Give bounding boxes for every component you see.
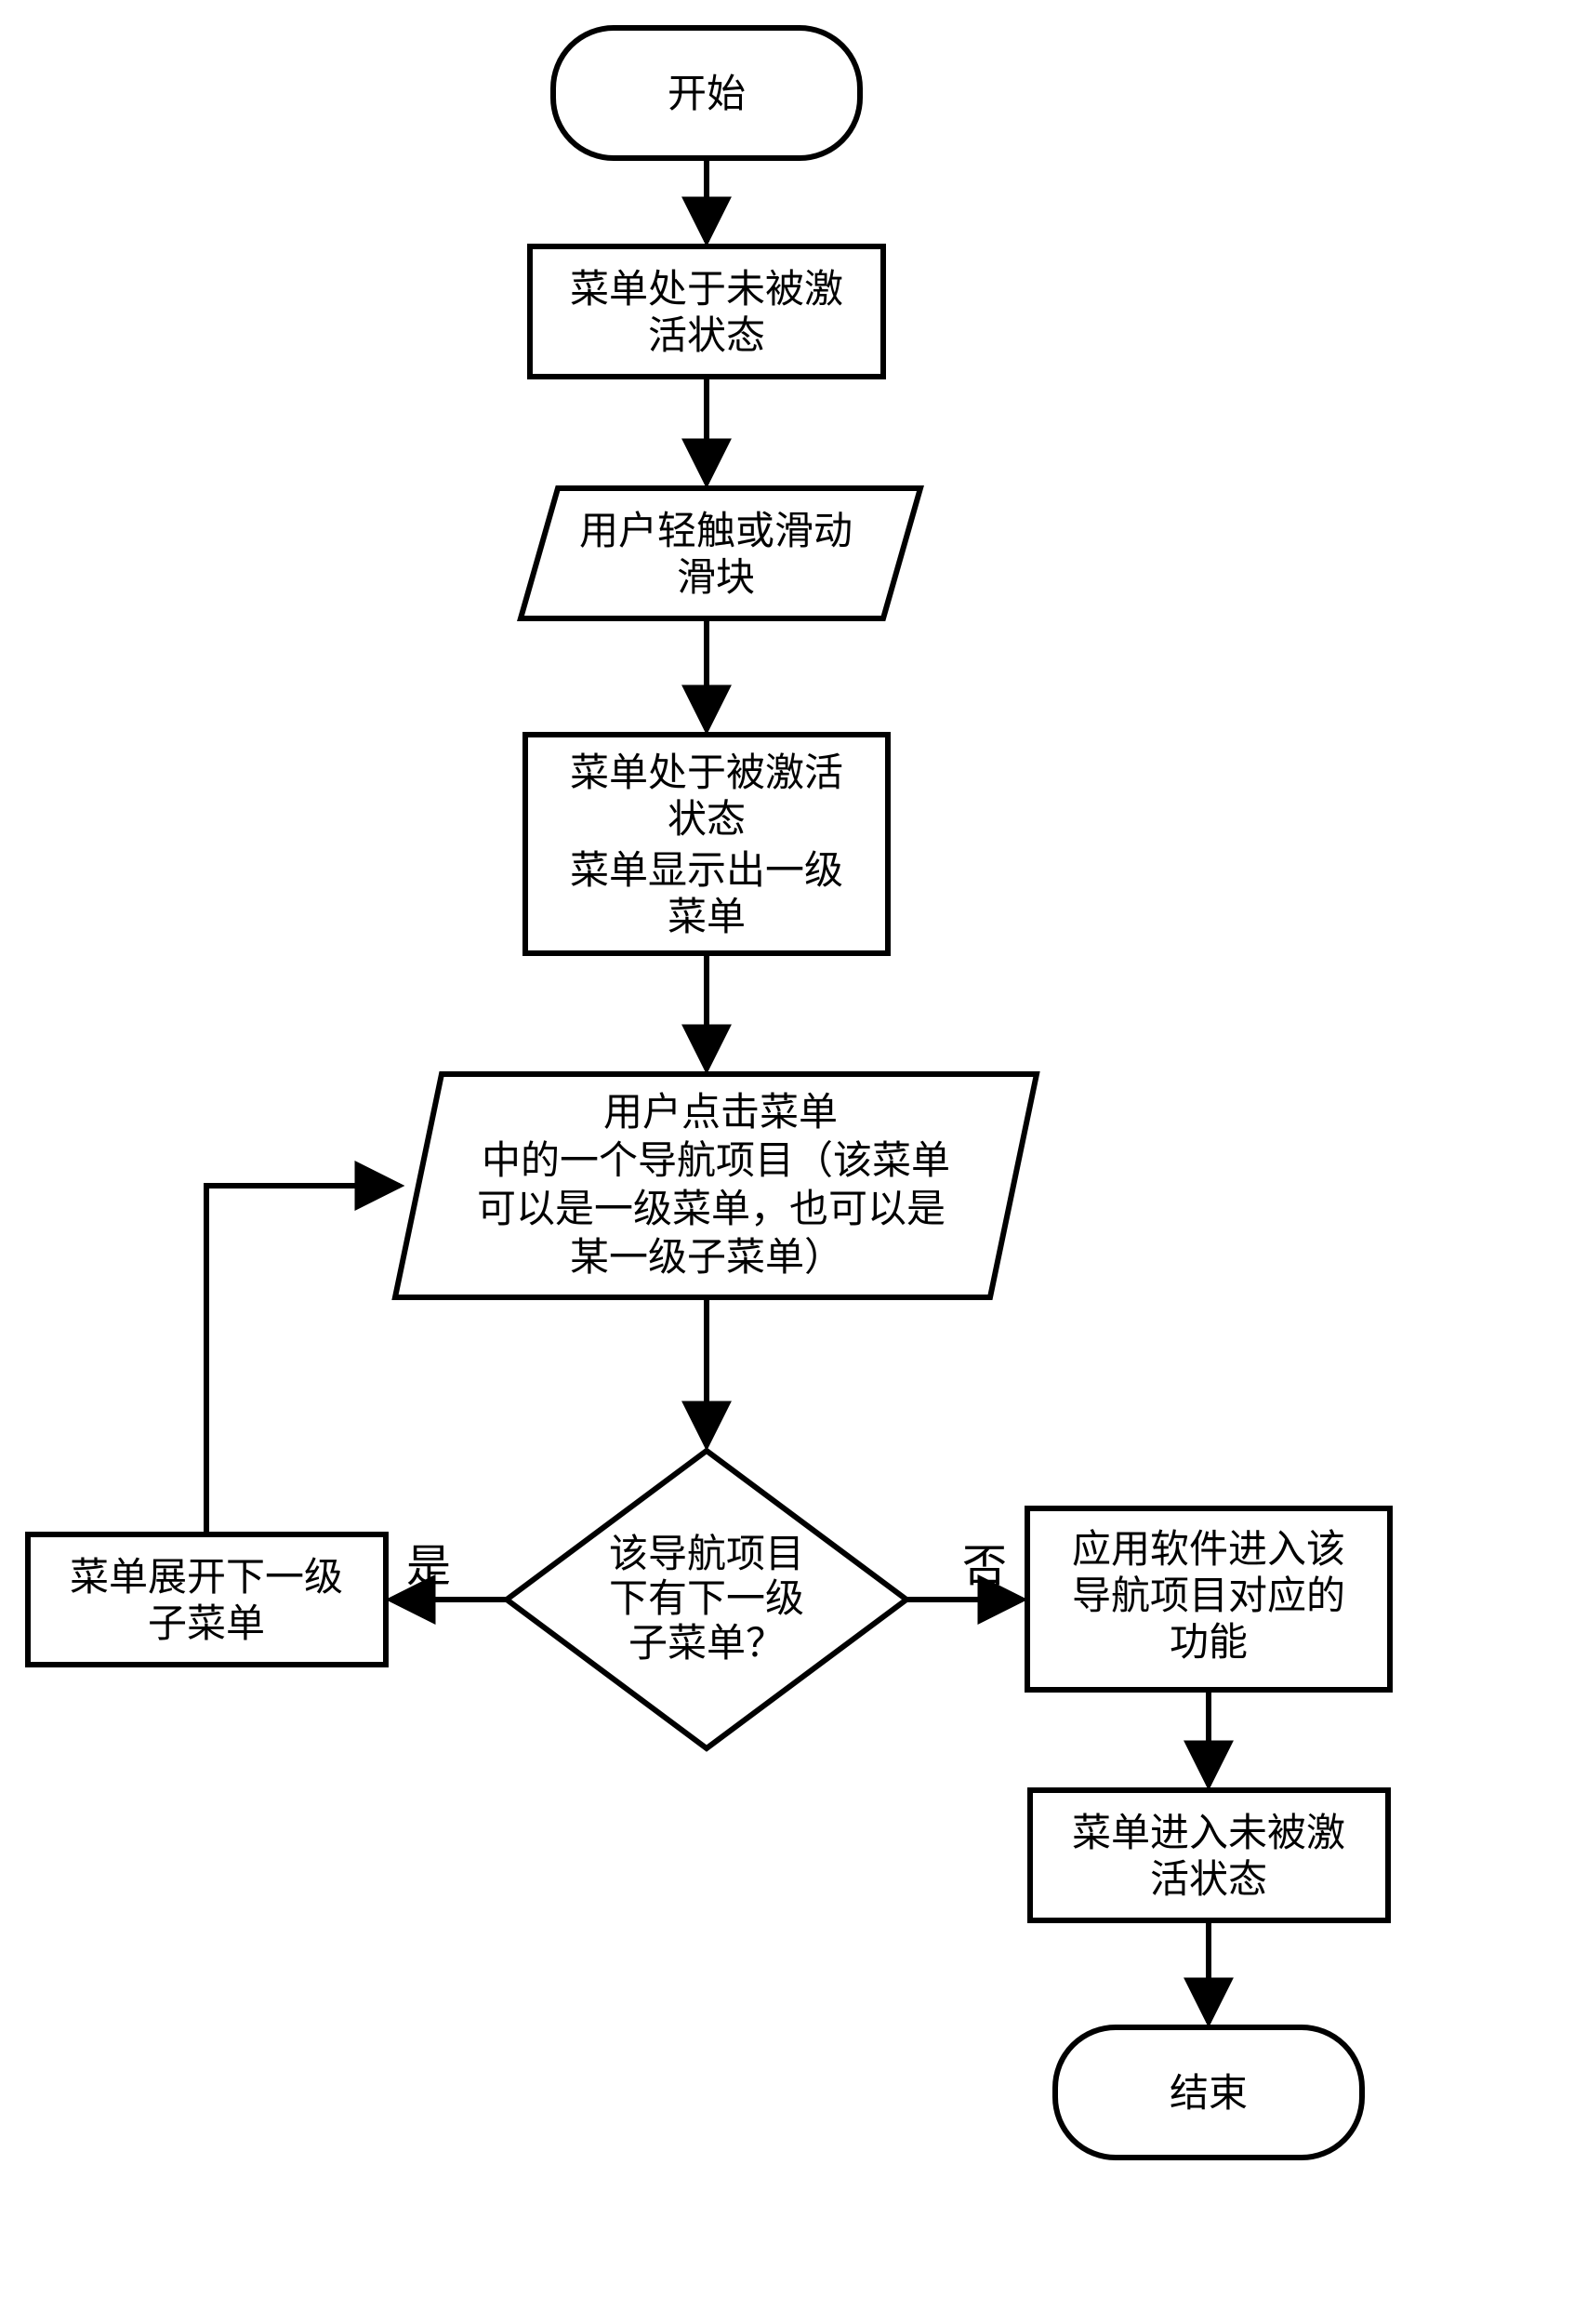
- text-d1l2: 下有下一级: [609, 1578, 804, 1621]
- text-n7l1: 菜单进入未被激: [1072, 1813, 1345, 1855]
- node-n6: 应用软件进入该 导航项目对应的 功能: [1027, 1508, 1390, 1690]
- text-n6l2: 导航项目对应的: [1072, 1574, 1345, 1618]
- label-yes: 是: [406, 1542, 451, 1591]
- text-n2l1: 用户轻触或滑动: [579, 511, 853, 553]
- text-n4l3: 可以是一级菜单，也可以是: [477, 1189, 946, 1231]
- edge-n5-n4: [206, 1186, 400, 1534]
- text-n4l1: 用户点击菜单: [603, 1092, 838, 1135]
- node-n5: 菜单展开下一级 子菜单: [28, 1534, 386, 1665]
- text-n4l2: 中的一个导航项目（该菜单: [482, 1139, 950, 1183]
- text-n2l2: 滑块: [677, 557, 755, 600]
- node-n2: 用户轻触或滑动 滑块: [521, 488, 920, 618]
- node-end: 结束: [1055, 2027, 1362, 2158]
- flowchart-diagram: 开始 菜单处于未被激 活状态 用户轻触或滑动 滑块 菜单处于被激活 状态 菜单显…: [0, 0, 1587, 2324]
- node-n3: 菜单处于被激活 状态 菜单显示出一级 菜单: [525, 735, 888, 953]
- node-n4: 用户点击菜单 中的一个导航项目（该菜单 可以是一级菜单，也可以是 某一级子菜单）: [395, 1074, 1037, 1297]
- text-n1l2: 活状态: [648, 315, 765, 358]
- text-n5l1: 菜单展开下一级: [70, 1557, 343, 1600]
- label-no: 否: [962, 1542, 1007, 1591]
- text-n3l2: 状态: [668, 799, 746, 842]
- node-n1: 菜单处于未被激 活状态: [530, 246, 883, 377]
- text-n1l1: 菜单处于未被激: [570, 269, 843, 312]
- text-n3l1: 菜单处于被激活: [570, 752, 843, 795]
- text-n3l3: 菜单显示出一级: [570, 850, 843, 893]
- text-start: 开始: [668, 73, 746, 116]
- text-n4l4: 某一级子菜单）: [570, 1237, 843, 1280]
- text-n3l4: 菜单: [668, 896, 746, 939]
- text-end: 结束: [1170, 2073, 1248, 2116]
- text-n5l2: 子菜单: [148, 1603, 265, 1646]
- text-d1l3: 子菜单？: [628, 1623, 785, 1666]
- text-n6l1: 应用软件进入该: [1072, 1528, 1345, 1572]
- text-n6l3: 功能: [1170, 1622, 1248, 1665]
- text-n7l2: 活状态: [1150, 1859, 1267, 1902]
- node-d1: 该导航项目 下有下一级 子菜单？: [507, 1451, 906, 1748]
- node-start: 开始: [553, 28, 860, 158]
- text-d1l1: 该导航项目: [609, 1533, 804, 1576]
- node-n7: 菜单进入未被激 活状态: [1030, 1790, 1388, 1920]
